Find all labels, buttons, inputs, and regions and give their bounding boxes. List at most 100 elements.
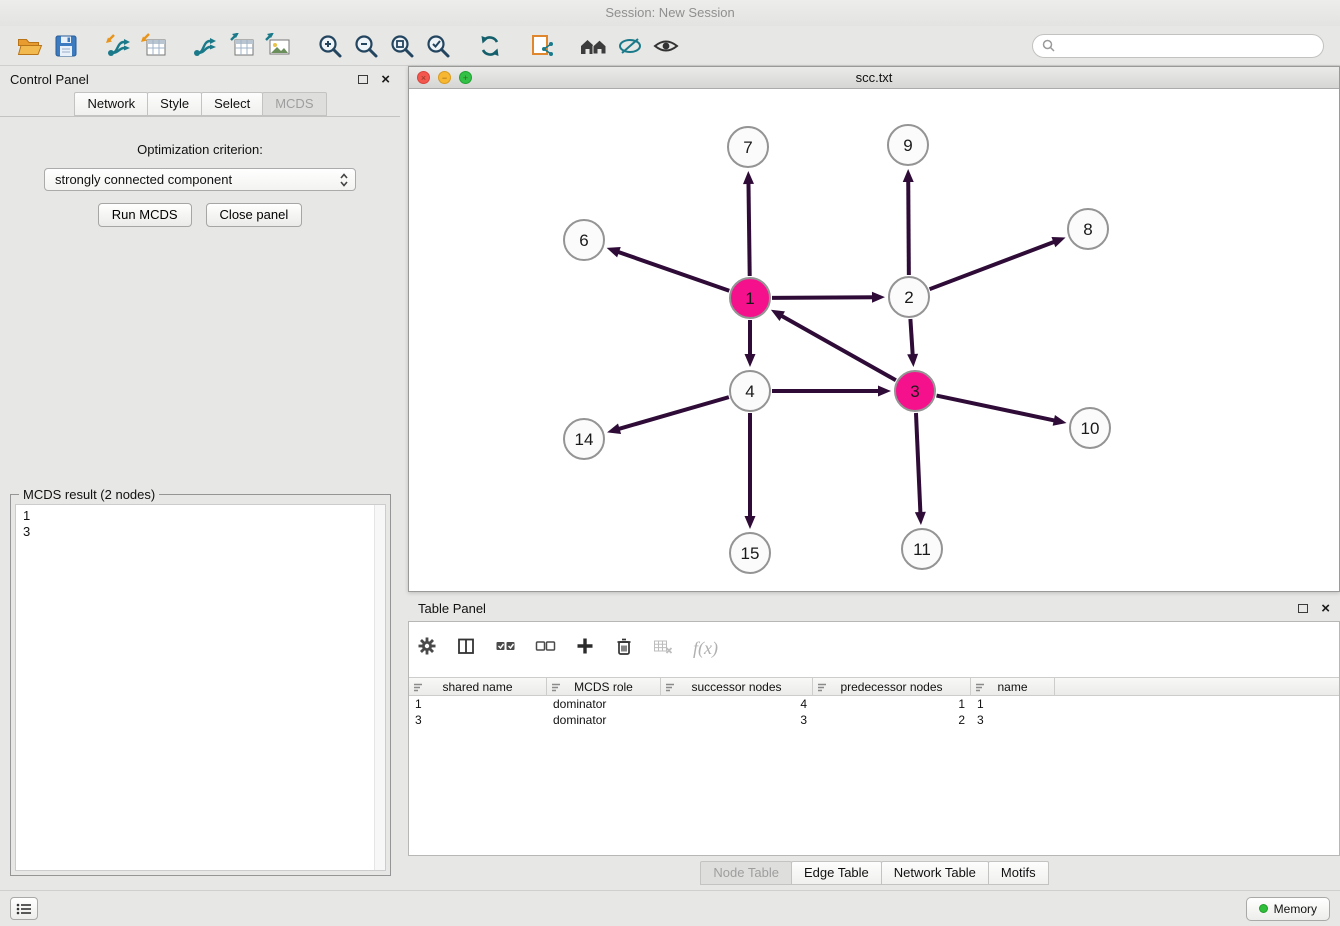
- zoom-in-button[interactable]: [312, 30, 348, 62]
- graph-node-8[interactable]: 8: [1068, 209, 1108, 249]
- graph-node-15[interactable]: 15: [730, 533, 770, 573]
- network-canvas[interactable]: 7 9 6 8 1 2 4 3 10 14 15 11: [409, 89, 1339, 591]
- svg-text:14: 14: [575, 430, 594, 449]
- graph-node-3[interactable]: 3: [895, 371, 935, 411]
- graph-node-7[interactable]: 7: [728, 127, 768, 167]
- export-table-icon: [228, 33, 256, 59]
- tab-mcds[interactable]: MCDS: [262, 92, 326, 116]
- graph-edge-arrowhead: [607, 423, 621, 434]
- table-settings-button[interactable]: [417, 636, 437, 661]
- export-table-button[interactable]: [224, 30, 260, 62]
- tab-network[interactable]: Network: [74, 92, 148, 116]
- search-box[interactable]: [1032, 34, 1324, 58]
- graph-edge-3-1[interactable]: [779, 314, 896, 380]
- zoom-out-button[interactable]: [348, 30, 384, 62]
- tab-network-table[interactable]: Network Table: [881, 861, 989, 885]
- result-scrollbar[interactable]: [374, 505, 385, 870]
- search-input[interactable]: [1060, 39, 1314, 53]
- graph-node-10[interactable]: 10: [1070, 408, 1110, 448]
- graph-edge-3-10[interactable]: [937, 396, 1058, 422]
- column-header[interactable]: name: [971, 678, 1055, 695]
- graph-node-2[interactable]: 2: [889, 277, 929, 317]
- network-overview-button[interactable]: [524, 30, 560, 62]
- network-window-titlebar[interactable]: × − + scc.txt: [409, 67, 1339, 89]
- graph-edge-2-3[interactable]: [910, 319, 912, 358]
- run-mcds-button[interactable]: Run MCDS: [98, 203, 192, 227]
- column-type-icon: [551, 682, 562, 693]
- criterion-dropdown[interactable]: strongly connected component: [44, 168, 356, 191]
- graph-node-14[interactable]: 14: [564, 419, 604, 459]
- refresh-layout-button[interactable]: [472, 30, 508, 62]
- show-graphics-details-button[interactable]: [648, 30, 684, 62]
- memory-button[interactable]: Memory: [1246, 897, 1330, 921]
- table-panel: Table Panel ×: [408, 596, 1340, 890]
- graph-node-9[interactable]: 9: [888, 125, 928, 165]
- svg-text:15: 15: [741, 544, 760, 563]
- page-network-icon: [529, 34, 555, 58]
- graph-edge-arrowhead: [607, 247, 621, 257]
- import-table-button[interactable]: [136, 30, 172, 62]
- svg-text:8: 8: [1083, 220, 1092, 239]
- graph-node-4[interactable]: 4: [730, 371, 770, 411]
- columns-icon: [456, 636, 476, 656]
- export-image-button[interactable]: [260, 30, 296, 62]
- open-session-button[interactable]: [12, 30, 48, 62]
- export-network-button[interactable]: [188, 30, 224, 62]
- zoom-fit-button[interactable]: [384, 30, 420, 62]
- column-header[interactable]: successor nodes: [661, 678, 813, 695]
- task-history-button[interactable]: [10, 897, 38, 920]
- show-column-button[interactable]: [456, 636, 476, 661]
- table-row[interactable]: 1dominator411: [409, 696, 1339, 712]
- float-table-panel-icon[interactable]: [1298, 604, 1308, 613]
- titlebar: Session: New Session: [0, 0, 1340, 26]
- close-table-panel-icon[interactable]: ×: [1321, 601, 1330, 616]
- tab-style[interactable]: Style: [147, 92, 202, 116]
- graph-edge-4-14[interactable]: [616, 397, 729, 430]
- hide-selected-button[interactable]: [612, 30, 648, 62]
- tab-edge-table[interactable]: Edge Table: [791, 861, 882, 885]
- graph-edge-1-6[interactable]: [615, 251, 729, 291]
- graph-edge-3-11[interactable]: [916, 413, 921, 516]
- graph-edge-1-2[interactable]: [772, 297, 876, 298]
- graph-edge-arrowhead: [745, 516, 756, 529]
- graph-node-1[interactable]: 1: [730, 278, 770, 318]
- mcds-result-box: MCDS result (2 nodes) 13: [10, 494, 391, 876]
- create-column-button[interactable]: [575, 636, 595, 661]
- zoom-selected-button[interactable]: [420, 30, 456, 62]
- column-header[interactable]: predecessor nodes: [813, 678, 971, 695]
- graph-edge-2-8[interactable]: [930, 241, 1058, 289]
- import-network-button[interactable]: [100, 30, 136, 62]
- network-window: × − + scc.txt 7 9 6 8 1 2 4 3 10 14 15 11: [408, 66, 1340, 592]
- float-panel-icon[interactable]: [358, 75, 368, 84]
- maximize-window-icon[interactable]: +: [459, 71, 472, 84]
- export-image-icon: [264, 33, 292, 59]
- graph-edge-2-9[interactable]: [908, 178, 909, 275]
- optimization-criterion-label: Optimization criterion:: [0, 142, 400, 157]
- delete-column-button[interactable]: [614, 636, 634, 661]
- deselect-all-button[interactable]: [535, 636, 556, 661]
- svg-text:4: 4: [745, 382, 754, 401]
- column-header[interactable]: MCDS role: [547, 678, 661, 695]
- close-window-icon[interactable]: ×: [417, 71, 430, 84]
- graph-edge-1-7[interactable]: [748, 180, 749, 276]
- delete-table-icon: [653, 636, 674, 656]
- first-neighbors-button[interactable]: [576, 30, 612, 62]
- tab-select[interactable]: Select: [201, 92, 263, 116]
- table-header-row: shared name MCDS role successor nodes pr…: [409, 677, 1339, 696]
- graph-node-11[interactable]: 11: [902, 529, 942, 569]
- tab-node-table[interactable]: Node Table: [700, 861, 792, 885]
- tab-motifs[interactable]: Motifs: [988, 861, 1049, 885]
- column-header[interactable]: shared name: [409, 678, 547, 695]
- close-panel-icon[interactable]: ×: [381, 72, 390, 87]
- close-panel-button[interactable]: Close panel: [206, 203, 303, 227]
- plus-icon: [575, 636, 595, 656]
- function-builder-button[interactable]: f(x): [693, 638, 718, 659]
- table-row[interactable]: 3dominator323: [409, 712, 1339, 728]
- minimize-window-icon[interactable]: −: [438, 71, 451, 84]
- unchecked-boxes-icon: [535, 636, 556, 656]
- select-all-button[interactable]: [495, 636, 516, 661]
- save-session-button[interactable]: [48, 30, 84, 62]
- trash-icon: [614, 636, 634, 656]
- delete-table-button[interactable]: [653, 636, 674, 661]
- graph-node-6[interactable]: 6: [564, 220, 604, 260]
